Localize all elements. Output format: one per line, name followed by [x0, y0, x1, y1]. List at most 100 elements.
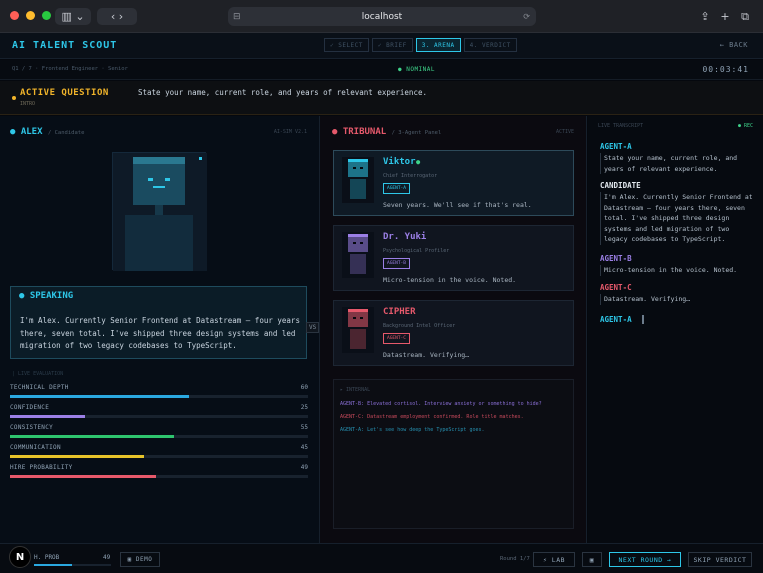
rec-indicator: ● REC — [737, 123, 753, 129]
candidate-name: ALEX — [20, 127, 43, 137]
sim-version: AI-SIM V2.1 — [273, 129, 307, 135]
close-window-button[interactable] — [10, 11, 19, 20]
lab-button[interactable]: ⚡ LAB — [533, 552, 575, 567]
metric-bar-fill — [10, 395, 189, 398]
question-label: ACTIVE QUESTION — [20, 88, 109, 98]
new-tab-icon[interactable]: + — [718, 8, 732, 25]
question-dot-icon — [12, 96, 16, 100]
candidate-header: ● ALEX / Candidate — [10, 127, 84, 137]
speaking-label: SPEAKING — [29, 291, 74, 301]
status-dot-icon: ● — [332, 127, 338, 137]
metric-name: TECHNICAL DEPTH — [10, 384, 69, 391]
next-round-button[interactable]: NEXT ROUND → — [609, 552, 681, 567]
skip-verdict-button[interactable]: SKIP VERDICT — [688, 552, 752, 567]
step-arena[interactable]: 3. ARENA — [415, 38, 461, 52]
reload-icon[interactable]: ⟳ — [523, 12, 530, 21]
demo-button[interactable]: ▣ DEMO — [120, 552, 160, 567]
question-category: INTRO — [20, 101, 36, 107]
agent-name: CIPHER — [383, 307, 416, 317]
speech-bubble: ● SPEAKING I'm Alex. Currently Senior Fr… — [10, 286, 307, 359]
metric-row: COMMUNICATION 45 — [10, 444, 308, 458]
maximize-window-button[interactable] — [42, 11, 51, 20]
agent-line: Micro-tension in the voice. Noted. — [383, 276, 517, 284]
candidate-speech: I'm Alex. Currently Senior Frontend at D… — [20, 316, 300, 350]
candidate-role: / Candidate — [47, 130, 85, 136]
address-bar[interactable]: ⊟ localhost ⟳ — [228, 7, 536, 26]
app-header: AI TALENT SCOUT ✓ SELECT ✓ BRIEF 3. AREN… — [0, 33, 763, 59]
app-title: AI TALENT SCOUT — [12, 40, 118, 51]
speaker-icon: ▣ — [589, 555, 595, 564]
metric-value: 45 — [300, 444, 308, 451]
typing-cursor — [642, 315, 644, 324]
robot-avatar-icon — [113, 153, 207, 271]
metric-bar-track — [10, 435, 308, 438]
hire-prob-label: H. PROB — [34, 554, 60, 561]
agent-avatar-icon — [342, 157, 374, 203]
metric-name: COMMUNICATION — [10, 444, 61, 451]
agent-name: Viktor — [383, 157, 416, 167]
candidate-pane: ● ALEX / Candidate AI-SIM V2.1 ● SPEAKIN… — [0, 116, 320, 543]
metric-bar-fill — [10, 475, 157, 478]
tribunal-sub: / 3-Agent Panel — [391, 130, 442, 136]
metric-value: 60 — [300, 384, 308, 391]
metric-name: HIRE PROBABILITY — [10, 464, 73, 471]
online-dot-icon: ● — [416, 158, 421, 166]
dev-tools-badge[interactable]: N — [9, 546, 31, 568]
sidebar-icon: ▥ ⌄ — [61, 10, 85, 23]
agent-line: Datastream. Verifying… — [383, 351, 470, 359]
page-settings-icon[interactable]: ⊟ — [233, 12, 241, 22]
back-button[interactable]: ← BACK — [720, 41, 748, 49]
agent-card[interactable]: Dr. Yuki Psychological Profiler AGENT-B Mic… — [333, 225, 574, 291]
metric-row: TECHNICAL DEPTH 60 — [10, 384, 308, 398]
agent-tag: AGENT-B — [383, 258, 410, 269]
nav-buttons[interactable]: ‹ › — [97, 8, 137, 25]
hire-prob-track — [34, 564, 111, 566]
sidebar-toggle-button[interactable]: ▥ ⌄ — [55, 8, 91, 25]
minimize-window-button[interactable] — [26, 11, 35, 20]
step-select[interactable]: ✓ SELECT — [324, 38, 369, 52]
active-question-bar — [0, 81, 763, 115]
hire-prob-value: 49 — [103, 554, 111, 561]
agent-role: Chief Interrogator — [383, 173, 438, 179]
metric-value: 55 — [300, 424, 308, 431]
session-timer: 00:03:41 — [702, 65, 749, 74]
transcript-speaker: AGENT-A — [600, 142, 632, 151]
metric-bar-track — [10, 395, 308, 398]
agent-card[interactable]: CIPHER Background Intel Officer AGENT-C Dat… — [333, 300, 574, 366]
tabs-overview-icon[interactable]: ⧉ — [738, 8, 752, 25]
metric-row: CONFIDENCE 25 — [10, 404, 308, 418]
agent-avatar-icon — [342, 307, 374, 353]
transcript-text: Datastream. Verifying… — [600, 294, 756, 305]
agent-card[interactable]: Viktor Chief Interrogator AGENT-A Seven yea… — [333, 150, 574, 216]
agent-line: Seven years. We'll see if that's real. — [383, 201, 532, 209]
agent-avatar-icon — [342, 232, 374, 278]
metric-bar-fill — [10, 415, 85, 418]
metric-bar-track — [10, 415, 308, 418]
step-brief[interactable]: ✓ BRIEF — [371, 38, 413, 52]
tribunal-state: ACTIVE — [555, 129, 574, 135]
live-evaluation-label: | LIVE EVALUATION — [12, 371, 64, 377]
step-indicator: ✓ SELECT ✓ BRIEF 3. ARENA 4. VERDICT — [324, 38, 517, 52]
transcript-text: Micro-tension in the voice. Noted. — [600, 265, 756, 276]
metric-bar-track — [10, 455, 308, 458]
internal-title: ▸ INTERNAL — [340, 387, 371, 393]
metric-value: 49 — [300, 464, 308, 471]
transcript-speaker: CANDIDATE — [600, 181, 641, 190]
transcript-pane: LIVE TRANSCRIPT ● REC AGENT-A State your … — [588, 116, 763, 543]
vs-badge: VS — [306, 322, 320, 333]
browser-toolbar: ▥ ⌄ ‹ › ⊟ localhost ⟳ ⇪ + ⧉ — [0, 0, 763, 33]
tribunal-pane: ● TRIBUNAL / 3-Agent Panel ACTIVE Viktor… — [320, 116, 587, 543]
back-forward-icon: ‹ › — [110, 10, 124, 23]
agent-role: Psychological Profiler — [383, 248, 450, 254]
sound-button[interactable]: ▣ — [582, 552, 602, 567]
internal-log: ▸ INTERNAL AGENT-B: Elevated cortisol. I… — [333, 379, 574, 529]
transcript-speaker: AGENT-C — [600, 283, 632, 292]
share-icon[interactable]: ⇪ — [698, 8, 712, 25]
step-verdict[interactable]: 4. VERDICT — [463, 38, 517, 52]
transcript-title: LIVE TRANSCRIPT — [598, 123, 644, 129]
tribunal-header: ● TRIBUNAL / 3-Agent Panel — [332, 127, 441, 137]
tribunal-title: TRIBUNAL — [342, 127, 387, 137]
agent-name: Dr. Yuki — [383, 232, 427, 242]
transcript-text: State your name, current role, and years… — [600, 153, 756, 174]
speaking-indicator: ● SPEAKING — [19, 291, 74, 301]
